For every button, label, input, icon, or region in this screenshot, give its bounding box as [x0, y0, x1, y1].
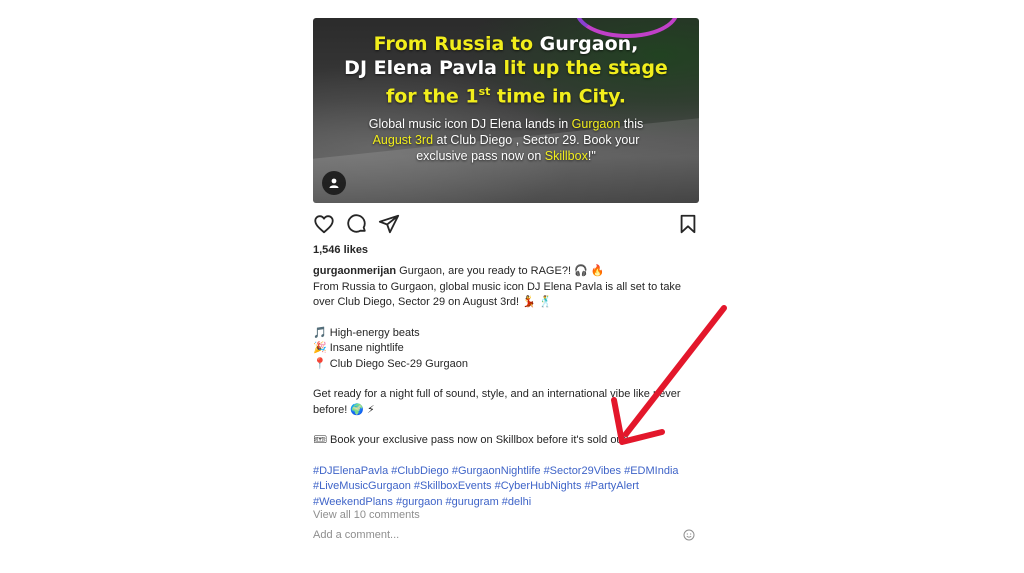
- hashtag-link[interactable]: #Sector29Vibes: [544, 465, 621, 477]
- hashtag-link[interactable]: #GurgaonNightlife: [452, 465, 541, 477]
- hashtag-link[interactable]: #delhi: [502, 496, 531, 508]
- add-comment-field[interactable]: Add a comment...: [313, 529, 699, 541]
- hashtag-link[interactable]: #ClubDiego: [391, 465, 448, 477]
- heart-icon[interactable]: [313, 213, 335, 235]
- person-icon: [329, 178, 339, 188]
- red-annotation-arrow: [611, 305, 727, 445]
- hashtag-link[interactable]: #WeekendPlans: [313, 496, 393, 508]
- headline-text: DJ Elena Pavla: [344, 57, 504, 79]
- hashtag-link[interactable]: #SkillboxEvents: [414, 480, 492, 492]
- emoji-icon[interactable]: [683, 529, 695, 541]
- headline-text: From Russia to: [373, 33, 540, 55]
- post-actions-bar: [313, 213, 699, 237]
- subtext: exclusive pass now on: [416, 149, 545, 164]
- headline-text: time in City.: [490, 85, 626, 108]
- caption-line: From Russia to Gurgaon, global music ico…: [313, 280, 682, 293]
- hashtag-link[interactable]: #PartyAlert: [585, 480, 639, 492]
- view-all-comments-link[interactable]: View all 10 comments: [313, 509, 420, 521]
- likes-count[interactable]: 1,546 likes: [313, 244, 368, 256]
- hashtag-link[interactable]: #DJElenaPavla: [313, 465, 388, 477]
- hashtag-link[interactable]: #LiveMusicGurgaon: [313, 480, 411, 492]
- caption-username[interactable]: gurgaonmerijan: [313, 265, 396, 277]
- add-comment-placeholder: Add a comment...: [313, 529, 400, 541]
- hashtag-link[interactable]: #gurgaon: [396, 496, 443, 508]
- hashtag-row: #LiveMusicGurgaon #SkillboxEvents #Cyber…: [313, 479, 703, 495]
- share-icon[interactable]: [378, 213, 400, 235]
- subtext: Global music icon DJ Elena lands in: [368, 117, 572, 132]
- headline-text: lit up the stage: [503, 57, 668, 79]
- subtext: this: [620, 117, 644, 132]
- tagged-user-icon[interactable]: [322, 171, 346, 195]
- headline-text: for the 1: [385, 85, 479, 108]
- subtext: !": [587, 149, 596, 164]
- subtext: August 3rd: [372, 133, 434, 148]
- subtext: at Club Diego , Sector 29. Book your: [433, 133, 640, 148]
- comment-icon[interactable]: [346, 213, 368, 235]
- image-subtext: Global music icon DJ Elena lands in Gurg…: [313, 116, 699, 164]
- hashtag-link[interactable]: #gurugram: [446, 496, 499, 508]
- headline-superscript: st: [478, 85, 491, 98]
- subtext: Skillbox: [544, 149, 588, 164]
- hashtag-row: #DJElenaPavla #ClubDiego #GurgaonNightli…: [313, 464, 703, 480]
- hashtag-link[interactable]: #EDMIndia: [624, 465, 678, 477]
- hashtags: #DJElenaPavla #ClubDiego #GurgaonNightli…: [313, 464, 703, 511]
- image-headline: From Russia to Gurgaon, DJ Elena Pavla l…: [313, 32, 699, 108]
- post-image[interactable]: From Russia to Gurgaon, DJ Elena Pavla l…: [313, 18, 699, 203]
- headline-text: Gurgaon,: [539, 33, 639, 55]
- hashtag-link[interactable]: #CyberHubNights: [495, 480, 582, 492]
- subtext: Gurgaon: [571, 117, 621, 132]
- hashtag-row: #WeekendPlans #gurgaon #gurugram #delhi: [313, 495, 703, 511]
- image-overlay-text: From Russia to Gurgaon, DJ Elena Pavla l…: [313, 32, 699, 164]
- bookmark-icon[interactable]: [677, 213, 699, 235]
- caption-intro: Gurgaon, are you ready to RAGE?! 🎧 🔥: [396, 265, 605, 277]
